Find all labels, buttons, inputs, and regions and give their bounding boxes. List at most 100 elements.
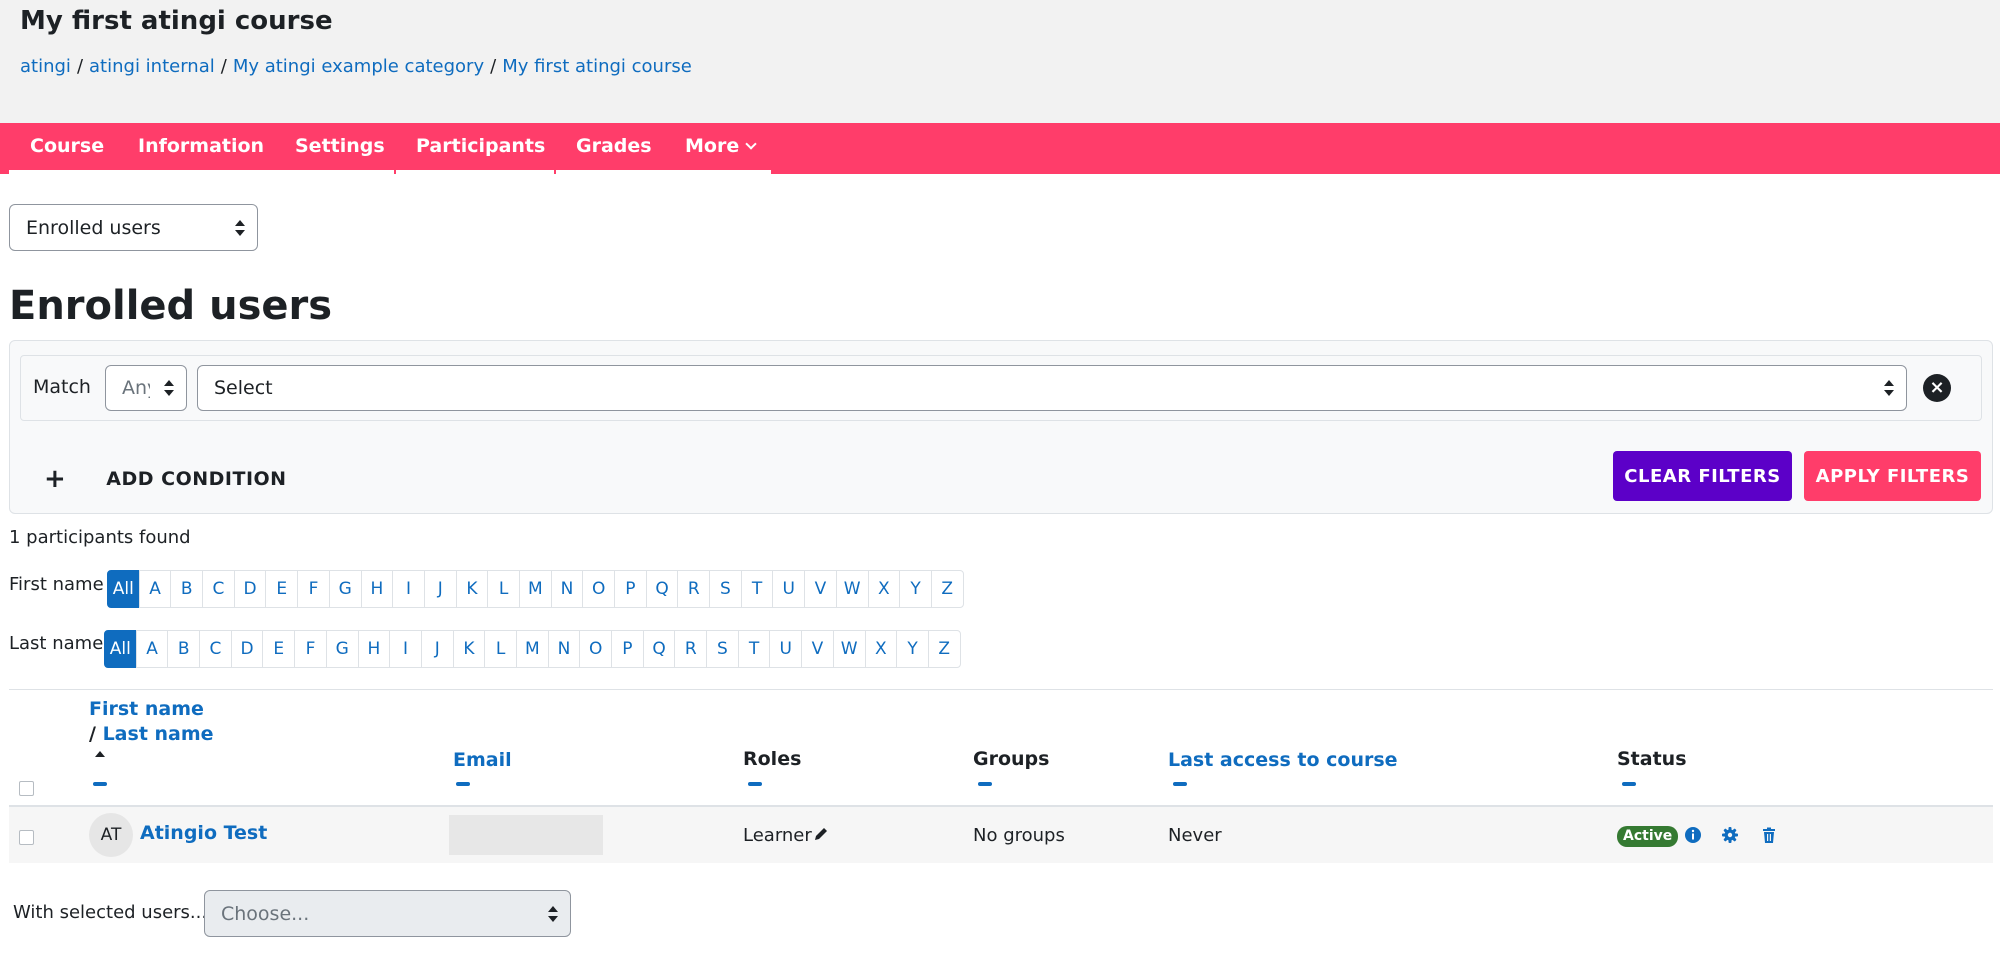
- sort-last-name-link[interactable]: Last name: [103, 723, 214, 745]
- first-name-initial-u[interactable]: U: [772, 570, 806, 608]
- hide-status-column-icon[interactable]: [1622, 782, 1636, 786]
- clear-filters-button[interactable]: CLEAR FILTERS: [1613, 451, 1792, 501]
- first-name-initial-x[interactable]: X: [867, 570, 901, 608]
- nav-item-course[interactable]: Course: [30, 123, 104, 174]
- breadcrumb-item-atingi-internal[interactable]: atingi internal: [89, 56, 215, 77]
- first-name-initial-b[interactable]: B: [170, 570, 204, 608]
- first-name-initial-o[interactable]: O: [582, 570, 615, 608]
- last-name-initial-x[interactable]: X: [864, 630, 898, 668]
- first-name-initial-d[interactable]: D: [233, 570, 267, 608]
- nav-underline: [556, 170, 771, 174]
- last-name-initial-e[interactable]: E: [262, 630, 296, 668]
- first-name-initial-f[interactable]: F: [297, 570, 330, 608]
- match-select[interactable]: Any: [105, 365, 187, 411]
- nav-item-more[interactable]: More: [685, 123, 757, 174]
- hide-last-access-column-icon[interactable]: [1173, 782, 1187, 786]
- last-name-initial-m[interactable]: M: [515, 630, 549, 668]
- last-name-initial-a[interactable]: A: [135, 630, 169, 668]
- breadcrumb-item-category[interactable]: My atingi example category: [233, 56, 484, 77]
- hide-email-column-icon[interactable]: [456, 782, 470, 786]
- nav-item-participants[interactable]: Participants: [416, 123, 545, 174]
- last-name-initial-h[interactable]: H: [357, 630, 391, 668]
- last-name-initial-z[interactable]: Z: [927, 630, 961, 668]
- last-name-initial-r[interactable]: R: [674, 630, 708, 668]
- first-name-initial-k[interactable]: K: [455, 570, 489, 608]
- hide-groups-column-icon[interactable]: [978, 782, 992, 786]
- nav-item-information[interactable]: Information: [138, 123, 264, 174]
- first-name-initial-h[interactable]: H: [360, 570, 394, 608]
- last-name-initial-j[interactable]: J: [420, 630, 454, 668]
- sort-ascending-icon: [95, 751, 105, 757]
- nav-item-settings[interactable]: Settings: [295, 123, 385, 174]
- first-name-initial-all[interactable]: All: [107, 570, 140, 608]
- last-name-initial-c[interactable]: C: [199, 630, 232, 668]
- first-name-initial-g[interactable]: G: [328, 570, 362, 608]
- nav-item-grades[interactable]: Grades: [576, 123, 652, 174]
- first-name-initial-m[interactable]: M: [518, 570, 552, 608]
- first-name-initial-p[interactable]: P: [614, 570, 647, 608]
- last-name-initial-l[interactable]: L: [484, 630, 517, 668]
- participant-name-link[interactable]: Atingio Test: [140, 822, 267, 844]
- info-icon[interactable]: [1684, 826, 1702, 844]
- course-navbar: Course Information Settings Participants…: [0, 123, 2000, 174]
- first-name-initial-q[interactable]: Q: [645, 570, 679, 608]
- last-name-initial-d[interactable]: D: [230, 630, 264, 668]
- last-name-initial-y[interactable]: Y: [896, 630, 929, 668]
- first-name-initial-i[interactable]: I: [392, 570, 425, 608]
- avatar: AT: [89, 813, 133, 857]
- first-name-initial-j[interactable]: J: [423, 570, 457, 608]
- status-badge[interactable]: Active: [1617, 826, 1679, 847]
- status-header: Status: [1617, 748, 1687, 770]
- first-name-initial-y[interactable]: Y: [899, 570, 932, 608]
- bulk-action-select[interactable]: Choose...: [204, 890, 571, 937]
- last-name-initial-o[interactable]: O: [579, 630, 612, 668]
- last-name-initial-p[interactable]: P: [611, 630, 644, 668]
- last-name-initial-all[interactable]: All: [104, 630, 137, 668]
- last-name-initial-v[interactable]: V: [801, 630, 834, 668]
- select-all-checkbox[interactable]: [19, 781, 34, 796]
- first-name-initial-z[interactable]: Z: [930, 570, 964, 608]
- row-select-checkbox[interactable]: [19, 830, 34, 845]
- last-name-initials-bar: All A B C D E F G H I J K L M N O P Q R S T U V W X Y Z: [104, 630, 961, 668]
- sort-first-name-link[interactable]: First name: [89, 698, 204, 720]
- first-name-initial-a[interactable]: A: [138, 570, 172, 608]
- trash-icon[interactable]: [1760, 826, 1778, 844]
- first-name-initial-s[interactable]: S: [709, 570, 742, 608]
- last-name-initial-g[interactable]: G: [325, 630, 359, 668]
- breadcrumb-item-atingi[interactable]: atingi: [20, 56, 71, 77]
- participants-view-select[interactable]: Enrolled users: [9, 204, 258, 251]
- last-name-initial-q[interactable]: Q: [642, 630, 676, 668]
- pencil-icon[interactable]: [813, 826, 829, 842]
- remove-condition-icon[interactable]: ×: [1923, 374, 1951, 402]
- breadcrumb-item-course[interactable]: My first atingi course: [502, 56, 692, 77]
- hide-fullname-column-icon[interactable]: [93, 782, 107, 786]
- add-condition-button[interactable]: + ADD CONDITION: [44, 464, 287, 494]
- last-name-initial-n[interactable]: N: [547, 630, 581, 668]
- first-name-initial-t[interactable]: T: [740, 570, 774, 608]
- first-name-initial-v[interactable]: V: [804, 570, 837, 608]
- last-name-initial-b[interactable]: B: [167, 630, 201, 668]
- first-name-initial-r[interactable]: R: [677, 570, 711, 608]
- header-slash: / Last name: [89, 723, 214, 745]
- first-name-initial-w[interactable]: W: [835, 570, 869, 608]
- gear-icon[interactable]: [1721, 826, 1739, 844]
- first-name-initial-e[interactable]: E: [265, 570, 299, 608]
- last-name-initial-w[interactable]: W: [832, 630, 866, 668]
- last-name-initial-k[interactable]: K: [452, 630, 486, 668]
- match-label: Match: [33, 376, 91, 398]
- last-name-initial-t[interactable]: T: [737, 630, 771, 668]
- sort-email-link[interactable]: Email: [453, 749, 512, 771]
- first-name-initial-n[interactable]: N: [550, 570, 584, 608]
- first-name-initial-l[interactable]: L: [487, 570, 520, 608]
- filter-type-select-value: Select: [214, 377, 273, 399]
- filter-type-select[interactable]: Select: [197, 365, 1907, 411]
- hide-roles-column-icon[interactable]: [748, 782, 762, 786]
- breadcrumb: atingi / atingi internal / My atingi example…: [20, 56, 692, 77]
- last-name-initial-s[interactable]: S: [706, 630, 739, 668]
- last-name-initial-u[interactable]: U: [769, 630, 803, 668]
- apply-filters-button[interactable]: APPLY FILTERS: [1804, 451, 1981, 501]
- sort-last-access-link[interactable]: Last access to course: [1168, 749, 1398, 771]
- first-name-initial-c[interactable]: C: [202, 570, 235, 608]
- last-name-initial-f[interactable]: F: [294, 630, 327, 668]
- last-name-initial-i[interactable]: I: [389, 630, 422, 668]
